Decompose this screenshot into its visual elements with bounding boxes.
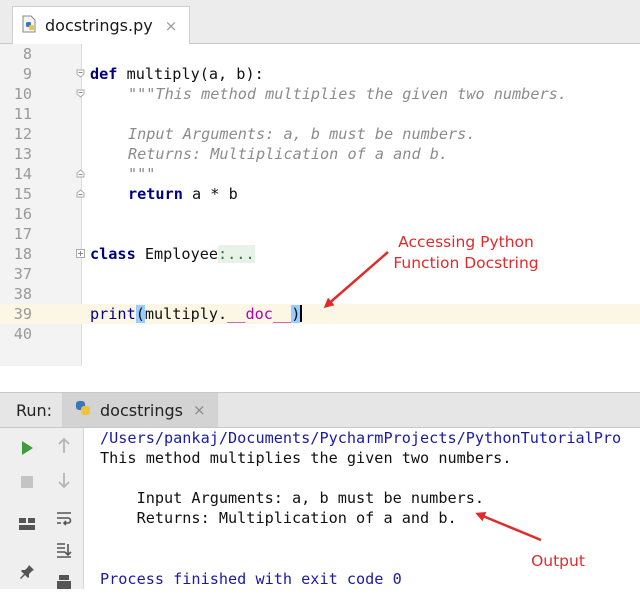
keyword-def: def — [90, 65, 118, 83]
keyword-class: class — [90, 245, 136, 263]
console-line: Input Arguments: a, b must be numbers. — [100, 489, 485, 507]
pin-tab-button[interactable] — [15, 560, 39, 584]
class-name: Employee — [135, 245, 219, 263]
line-number: 10 — [13, 85, 32, 103]
arrow-up-icon — [58, 437, 70, 453]
stop-icon — [21, 476, 33, 488]
code-line: 11 — [0, 104, 640, 124]
line-number: 16 — [13, 205, 32, 223]
line-number: 14 — [13, 165, 32, 183]
console-line: Returns: Multiplication of a and b. — [100, 509, 457, 527]
console-line: /Users/pankaj/Documents/PycharmProjects/… — [100, 429, 622, 447]
tab-docstrings-py[interactable]: docstrings.py × — [12, 6, 191, 44]
console-line: This method multiplies the given two num… — [100, 449, 512, 467]
fold-close-icon[interactable] — [76, 189, 85, 198]
fold-expand-icon[interactable] — [76, 249, 85, 258]
line-number: 8 — [22, 45, 32, 63]
return-expression: a * b — [182, 185, 238, 203]
folded-region[interactable]: :... — [218, 245, 255, 263]
run-title: Run: — [16, 401, 53, 420]
dunder-attribute: __doc__ — [227, 305, 292, 323]
close-icon[interactable]: × — [165, 17, 178, 35]
current-code-line: 39 print(multiply.__doc__) — [0, 304, 640, 324]
line-number: 12 — [13, 125, 32, 143]
print-button[interactable] — [52, 570, 76, 594]
code-line: 14 """ — [0, 164, 640, 184]
stop-button[interactable] — [15, 470, 39, 494]
fold-open-icon[interactable] — [76, 89, 85, 98]
function-signature: multiply(a, b): — [117, 65, 264, 83]
editor-tab-bar: docstrings.py × — [0, 0, 640, 44]
run-panel-header: Run: docstrings × — [0, 392, 640, 428]
tab-label: docstrings.py — [45, 16, 153, 35]
line-number: 18 — [13, 245, 32, 263]
tab-run-docstrings[interactable]: docstrings × — [62, 393, 218, 427]
line-number: 13 — [13, 145, 32, 163]
line-number: 39 — [13, 305, 32, 323]
scroll-to-end-button[interactable] — [52, 538, 76, 562]
rerun-button[interactable] — [15, 436, 39, 460]
line-number: 9 — [22, 65, 32, 83]
soft-wrap-icon — [57, 512, 72, 526]
line-number: 11 — [13, 105, 32, 123]
text-caret — [300, 305, 303, 322]
line-number: 17 — [13, 225, 32, 243]
console-output[interactable]: /Users/pankaj/Documents/PycharmProjects/… — [90, 428, 640, 589]
scroll-to-end-icon — [57, 543, 72, 558]
matched-paren: ( — [135, 305, 145, 323]
python-file-icon — [21, 15, 37, 37]
code-line: 9 def multiply(a, b): — [0, 64, 640, 84]
expression: multiply. — [144, 305, 228, 323]
line-number: 15 — [13, 185, 32, 203]
docstring-annotation: Accessing Python Function Docstring — [386, 232, 546, 274]
code-line: 16 — [0, 204, 640, 224]
matched-paren: ) — [291, 305, 301, 323]
code-line: 38 — [0, 284, 640, 304]
docstring-line: Returns: Multiplication of a and b. — [128, 145, 449, 163]
line-number: 40 — [13, 325, 32, 343]
builtin-print: print — [90, 305, 136, 323]
code-editor[interactable]: 8 9 def multiply(a, b): 10 """This metho… — [0, 44, 640, 366]
python-icon — [74, 399, 92, 421]
pin-icon — [20, 565, 34, 579]
code-line: 15 return a * b — [0, 184, 640, 204]
scroll-down-button[interactable] — [52, 468, 76, 492]
annotation-line: Function Docstring — [393, 254, 539, 272]
fold-close-icon[interactable] — [76, 169, 85, 178]
run-tab-label: docstrings — [100, 400, 184, 420]
code-line: 40 — [0, 324, 640, 344]
code-line: 13 Returns: Multiplication of a and b. — [0, 144, 640, 164]
line-number: 38 — [13, 285, 32, 303]
run-toolbar — [0, 428, 84, 589]
annotation-line: Accessing Python — [398, 233, 534, 251]
arrow-down-icon — [58, 473, 70, 489]
layout-button[interactable] — [15, 512, 39, 536]
line-number: 37 — [13, 265, 32, 283]
keyword-return: return — [128, 185, 183, 203]
docstring-line: """ — [128, 165, 156, 183]
soft-wrap-button[interactable] — [52, 506, 76, 530]
code-line: 12 Input Arguments: a, b must be numbers… — [0, 124, 640, 144]
printer-icon — [57, 575, 71, 589]
console-exit-line: Process finished with exit code 0 — [100, 570, 402, 588]
play-icon — [22, 441, 33, 455]
layout-icon — [19, 518, 35, 530]
code-line: 8 — [0, 44, 640, 64]
code-line: 10 """This method multiplies the given t… — [0, 84, 640, 104]
fold-open-icon[interactable] — [76, 69, 85, 78]
docstring-line: """This method multiplies the given two … — [128, 85, 567, 103]
docstring-line: Input Arguments: a, b must be numbers. — [128, 125, 476, 143]
scroll-up-button[interactable] — [52, 434, 76, 458]
close-icon[interactable]: × — [193, 401, 206, 419]
